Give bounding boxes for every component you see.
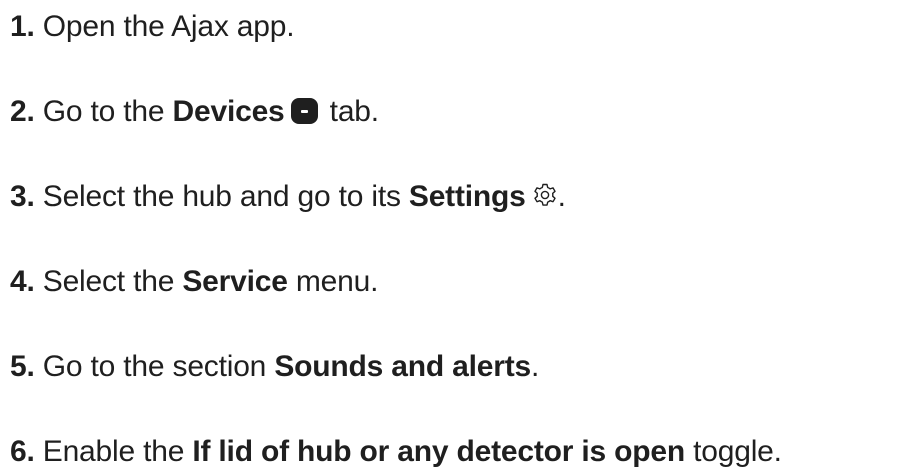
step-text: Open the Ajax app. [42,10,295,43]
step-text-suffix: . [557,180,566,213]
devices-icon [290,98,318,124]
step-text-suffix: menu. [287,265,379,298]
step-3: 3. Select the hub and go to its Settings… [10,177,566,217]
service-menu-label: Service [182,265,288,298]
step-number: 6. [10,435,35,468]
step-4: 4. Select the Service menu. [10,262,378,302]
step-number: 5. [10,350,35,383]
step-text: Go to the section [42,350,275,383]
step-number: 1. [10,10,35,43]
step-text-suffix: toggle. [684,435,782,468]
step-text: Select the hub and go to its [42,180,409,213]
devices-tab-label: Devices [172,95,285,128]
step-2: 2. Go to the Devices tab. [10,92,379,132]
step-number: 4. [10,265,35,298]
toggle-label: If lid of hub or any detector is open [192,435,685,468]
step-text-suffix: . [530,350,540,383]
step-text: Select the [42,265,183,298]
sounds-section-label: Sounds and alerts [274,350,531,383]
step-text: Go to the [42,95,173,128]
step-number: 3. [10,180,35,213]
gear-icon [532,179,558,206]
step-6: 6. Enable the If lid of hub or any detec… [10,432,782,472]
step-text: Enable the [42,435,193,468]
step-5: 5. Go to the section Sounds and alerts. [10,347,539,387]
settings-label: Settings [408,180,526,213]
step-number: 2. [10,95,35,128]
step-1: 1. Open the Ajax app. [10,7,295,47]
step-text-suffix: tab. [321,95,379,128]
